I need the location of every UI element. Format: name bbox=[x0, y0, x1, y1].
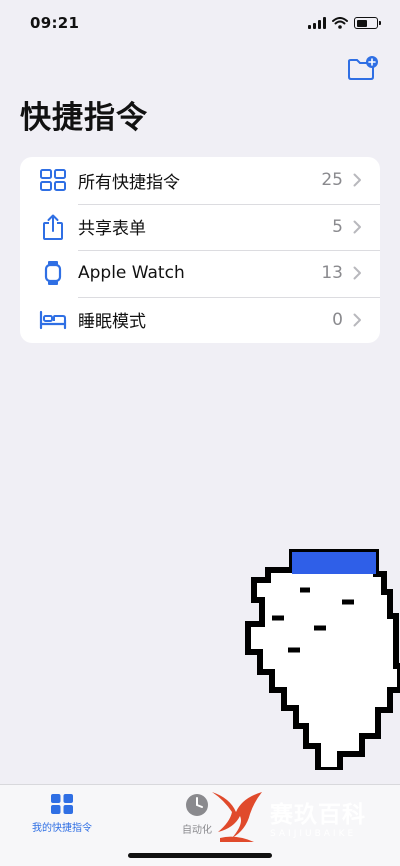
tab-my-shortcuts[interactable]: 我的快捷指令 bbox=[32, 793, 92, 834]
list-item-label: Apple Watch bbox=[78, 263, 185, 284]
folder-plus-icon bbox=[348, 56, 378, 80]
list-item-apple-watch[interactable]: Apple Watch 13 bbox=[20, 250, 380, 297]
list-item-count: 5 bbox=[332, 216, 343, 237]
status-icons bbox=[308, 17, 381, 29]
list-item-count: 0 bbox=[332, 309, 343, 330]
cellular-signal-icon bbox=[308, 17, 326, 29]
chevron-right-icon bbox=[353, 220, 361, 234]
list-item-all-shortcuts[interactable]: 所有快捷指令 25 bbox=[20, 157, 380, 204]
status-time: 09:21 bbox=[30, 14, 80, 32]
watermark-subtitle: SAIJIUBAIKE bbox=[270, 829, 357, 839]
list-item-count: 13 bbox=[321, 263, 343, 284]
grid-icon bbox=[38, 165, 68, 195]
list-item-shared-sheet[interactable]: 共享表单 5 bbox=[20, 203, 380, 251]
chevron-right-icon bbox=[353, 173, 361, 187]
new-folder-button[interactable] bbox=[346, 54, 380, 82]
chevron-right-icon bbox=[353, 266, 361, 280]
pointing-hand-cursor-icon bbox=[245, 549, 400, 770]
page-title: 快捷指令 bbox=[20, 100, 148, 136]
bed-icon bbox=[38, 305, 68, 335]
watermark: 赛玖百科 SAIJIUBAIKE bbox=[206, 788, 366, 846]
shortcuts-list: 所有快捷指令 25 共享表单 5 Apple Watch 13 睡眠模式 0 bbox=[20, 157, 380, 343]
grid-icon bbox=[51, 794, 73, 814]
wifi-icon bbox=[332, 17, 348, 29]
list-item-label: 共享表单 bbox=[78, 219, 146, 240]
home-indicator bbox=[128, 853, 272, 858]
status-bar: 09:21 bbox=[0, 0, 400, 46]
list-item-sleep-mode[interactable]: 睡眠模式 0 bbox=[20, 296, 380, 344]
watermark-logo-icon bbox=[212, 792, 262, 842]
chevron-right-icon bbox=[353, 313, 361, 327]
battery-icon bbox=[354, 17, 381, 29]
list-item-count: 25 bbox=[321, 170, 343, 191]
share-icon bbox=[38, 212, 68, 242]
watch-icon bbox=[38, 258, 68, 288]
tab-label: 我的快捷指令 bbox=[32, 823, 92, 834]
list-item-label: 睡眠模式 bbox=[78, 312, 146, 333]
list-item-label: 所有快捷指令 bbox=[78, 172, 180, 193]
watermark-title: 赛玖百科 bbox=[270, 802, 366, 828]
